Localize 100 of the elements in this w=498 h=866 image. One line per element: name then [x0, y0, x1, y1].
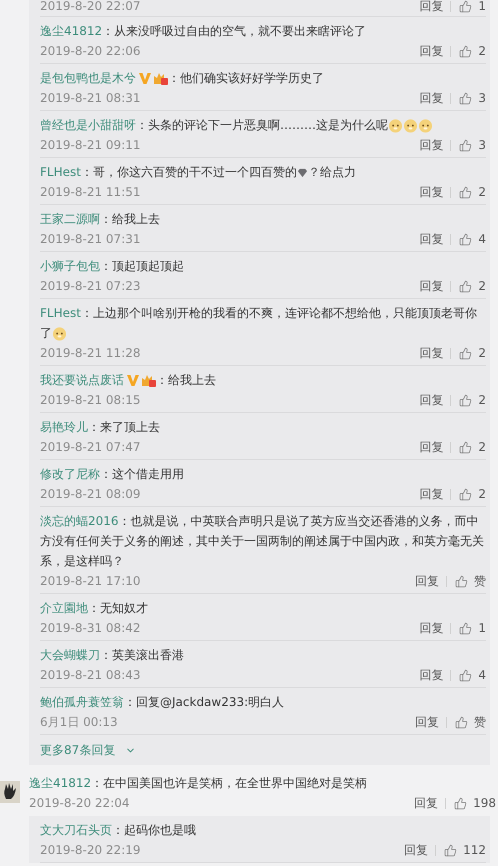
thumbs-up-icon [459, 186, 472, 198]
thumbs-up-icon [455, 574, 468, 588]
user-name[interactable]: FLHest [40, 306, 81, 320]
emoji-icon [418, 118, 433, 134]
thumbs-up-icon [459, 394, 472, 406]
reply-link[interactable]: 回复 [415, 576, 447, 586]
comment-text: ：来了顶上去 [88, 420, 160, 434]
like-button[interactable]: 2 [451, 440, 486, 454]
gem-icon [296, 168, 308, 178]
user-name[interactable]: 我还要说点废话 [40, 373, 124, 387]
reply-link[interactable]: 回复 [419, 234, 452, 244]
comment-time: 2019-8-20 22:19 [40, 842, 140, 859]
like-button[interactable]: 2 [451, 44, 486, 58]
like-button[interactable]: 赞 [447, 572, 486, 590]
user-name[interactable]: 介立園地 [40, 601, 88, 615]
comment-text: ：上边那个叫啥别开枪的我看的不爽，连评论都不想给他，只能顶顶老哥你 [80, 306, 477, 320]
comment-text: 方没有任何关于义务的阐述，其中关于一国两制的阐述属于中国内政，和英方毫无关 [40, 534, 484, 548]
user-name[interactable]: 文大刀石头页 [40, 823, 112, 837]
thumbs-up-icon [459, 0, 472, 12]
comment-text: ：给我上去 [100, 212, 160, 226]
user-name[interactable]: 逸尘41812 [29, 776, 92, 790]
thumbs-up-icon [459, 488, 472, 500]
comment-time: 6月1日 00:13 [40, 714, 118, 731]
comment-text: 系，是这样吗？ [40, 554, 124, 568]
vip-badge-icon [141, 374, 156, 388]
verified-badge-icon [139, 73, 151, 84]
emoji-icon [388, 118, 403, 134]
reply-link[interactable]: 回复 [414, 798, 446, 808]
comment-text: ：在中国美国也许是笑柄，在全世界中国绝对是笑柄 [91, 776, 368, 790]
like-button[interactable]: 赞 [447, 714, 486, 730]
reply-link[interactable]: 回复 [419, 186, 452, 198]
verified-badge-icon [127, 375, 139, 386]
reply-link[interactable]: 回复 [419, 92, 452, 104]
reply-link[interactable]: 回复 [419, 280, 452, 292]
comment-time: 2019-8-21 07:47 [40, 439, 140, 456]
comment-time: 2019-8-21 11:28 [40, 345, 140, 362]
thumbs-up-icon [454, 796, 468, 810]
comment-text: ：无知奴才 [88, 601, 148, 615]
like-button[interactable]: 2 [451, 279, 486, 293]
like-button[interactable]: 2 [451, 346, 486, 360]
comment-time: 2019-8-21 07:31 [40, 231, 140, 248]
reply-link[interactable]: 回复 [419, 670, 452, 680]
reply-link[interactable]: 回复 [404, 844, 436, 856]
like-button[interactable]: 2 [451, 487, 486, 501]
user-name[interactable]: 王家二源啊 [40, 212, 100, 226]
comment-time: 2019-8-21 08:09 [40, 486, 140, 503]
like-button[interactable]: 2 [451, 393, 486, 407]
thumbs-up-icon [455, 716, 468, 728]
user-name[interactable]: 易艳玲儿 [40, 420, 88, 434]
comment-time: 2019-8-20 22:07 [40, 0, 140, 15]
comment-text: ：他们确实该好好学学历史了 [168, 71, 324, 85]
comment-text: ：起码你也是哦 [112, 823, 196, 837]
reply-link[interactable]: 回复 [419, 0, 452, 12]
comment-time: 2019-8-21 08:31 [40, 90, 140, 107]
avatar-icon [0, 781, 20, 803]
like-button[interactable]: 1 [451, 0, 486, 13]
user-name[interactable]: 小狮子包包 [40, 259, 100, 273]
comment-text: ：这个借走用用 [100, 467, 184, 481]
user-name[interactable]: 鲍伯孤舟蓑笠翁 [40, 695, 124, 709]
reply-link[interactable]: 回复 [419, 622, 452, 634]
like-button[interactable]: 4 [451, 668, 486, 682]
comment-text: ：头条的评论下一片恶臭啊………这是为什么呢 [136, 118, 388, 132]
reply-link[interactable]: 回复 [419, 140, 452, 150]
reply-link[interactable]: 回复 [419, 348, 452, 358]
comment-text: ：回复@Jackdaw233:明白人 [124, 695, 284, 709]
comment-time: 2019-8-21 11:51 [40, 184, 140, 201]
comment-text: ：从来没呼吸过自由的空气，就不要出来瞎评论了 [102, 24, 366, 38]
comment-time: 2019-8-21 07:23 [40, 278, 140, 295]
comment-time: 2019-8-21 09:11 [40, 137, 140, 154]
user-name[interactable]: 是包包鸭也是木兮 [40, 71, 136, 85]
thumbs-up-icon [459, 622, 472, 634]
user-name[interactable]: 修改了尼称 [40, 467, 100, 481]
thumbs-up-icon [459, 44, 472, 58]
thumbs-up-icon [459, 92, 472, 104]
like-button[interactable]: 112 [436, 843, 486, 857]
user-name[interactable]: 逸尘41812 [40, 24, 102, 38]
like-button[interactable]: 3 [451, 138, 486, 152]
reply-link[interactable]: 回复 [415, 716, 447, 728]
like-button[interactable]: 3 [451, 91, 486, 105]
comment-time: 2019-8-21 17:10 [40, 573, 140, 590]
more-replies-link[interactable]: 更多87条回复 [40, 735, 136, 765]
comment-text: ：给我上去 [156, 373, 216, 387]
comment-text: ：哥，你这六百赞的干不过一个四百赞的 [80, 165, 297, 179]
reply-link[interactable]: 回复 [419, 488, 452, 500]
like-button[interactable]: 4 [451, 232, 486, 246]
comment-time: 2019-8-21 08:43 [40, 667, 140, 684]
reply-link[interactable]: 回复 [419, 442, 452, 452]
like-button[interactable]: 2 [451, 185, 486, 199]
user-name[interactable]: 大会蝴蝶刀 [40, 648, 100, 662]
comment-time: 2019-8-31 08:42 [40, 620, 140, 637]
reply-link[interactable]: 回复 [419, 394, 452, 406]
like-button[interactable]: 198 [446, 796, 496, 810]
user-name[interactable]: FLHest [40, 165, 81, 179]
like-button[interactable]: 1 [451, 621, 486, 635]
comment-text: ：顶起顶起顶起 [100, 259, 184, 273]
user-name[interactable]: 淡忘的蝠2016 [40, 514, 119, 528]
reply-link[interactable]: 回复 [419, 46, 452, 56]
user-name[interactable]: 曾经也是小甜甜呀 [40, 118, 136, 132]
comment-text: ：英美滚出香港 [100, 648, 184, 662]
emoji-icon [403, 118, 418, 134]
